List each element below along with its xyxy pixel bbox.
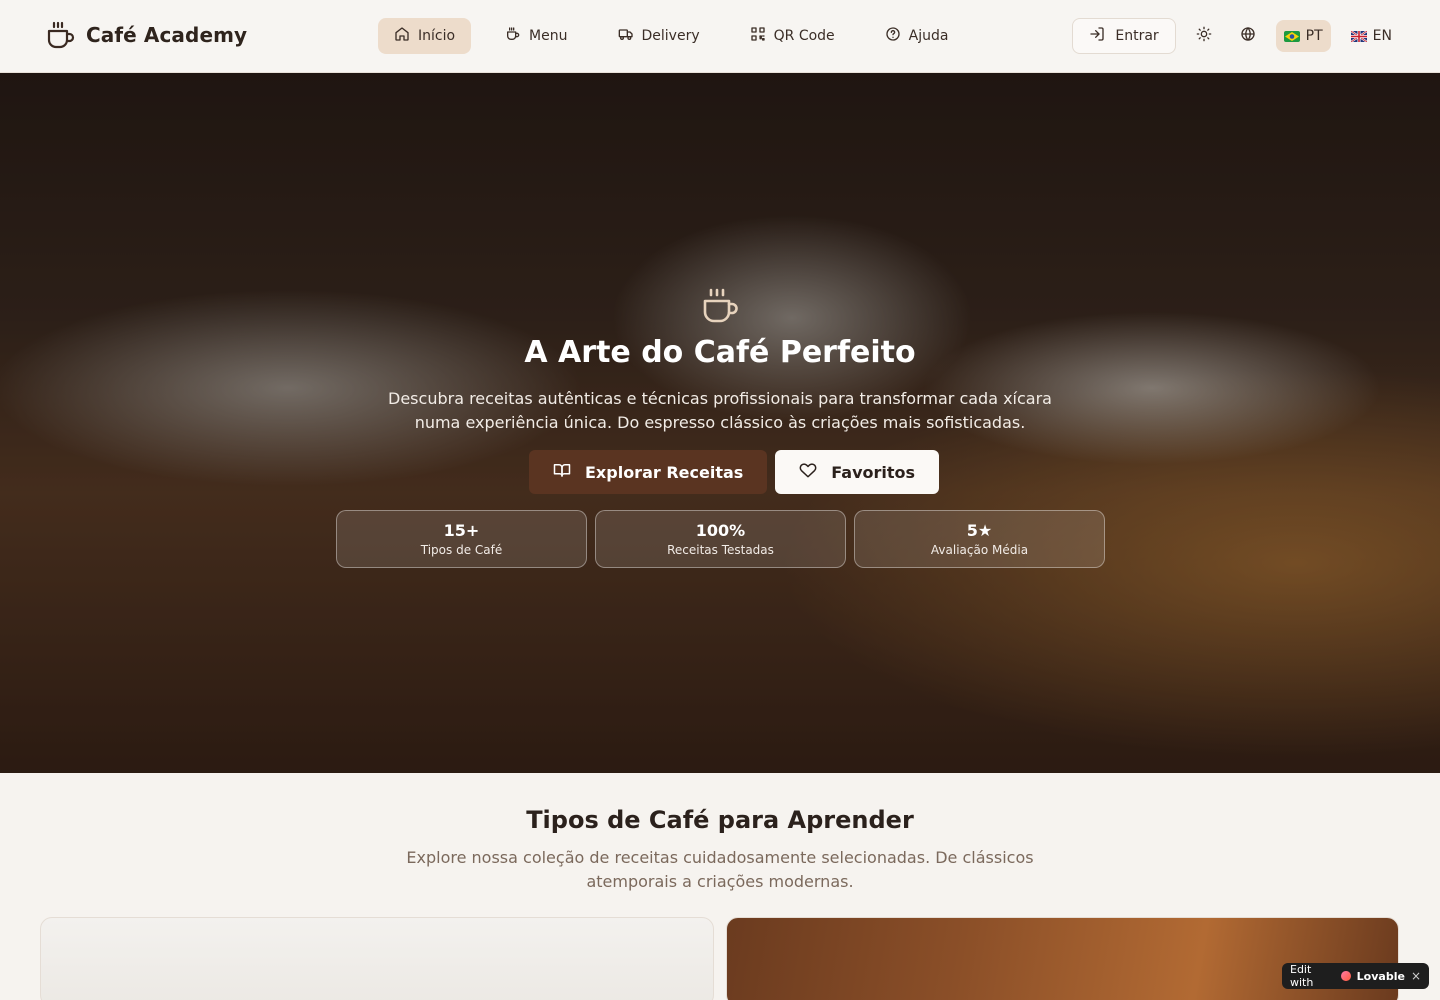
- qr-code-icon: [750, 26, 766, 46]
- log-in-icon: [1089, 26, 1105, 46]
- hero-section: A Arte do Café Perfeito Descubra receita…: [0, 73, 1440, 773]
- favorites-button[interactable]: Favoritos: [775, 450, 940, 494]
- stat-card: 100% Receitas Testadas: [595, 510, 846, 568]
- stat-label: Tipos de Café: [420, 543, 503, 557]
- explore-recipes-button[interactable]: Explorar Receitas: [529, 450, 768, 494]
- nav-item-label: QR Code: [773, 28, 835, 44]
- badge-brand: Lovable: [1356, 969, 1405, 983]
- brand-logo[interactable]: Café Academy: [46, 20, 247, 50]
- globe-icon: [1240, 26, 1256, 46]
- hero-content: A Arte do Café Perfeito Descubra receita…: [0, 73, 1440, 773]
- stat-label: Avaliação Média: [930, 543, 1029, 557]
- badge-prefix: Edit with: [1290, 963, 1314, 989]
- language-pt-label: PT: [1305, 28, 1323, 44]
- language-en-label: EN: [1372, 28, 1392, 44]
- hero-title: A Arte do Café Perfeito: [524, 335, 916, 370]
- nav-item-ajuda[interactable]: Ajuda: [869, 18, 965, 54]
- uk-flag-icon: [1350, 30, 1367, 42]
- coffee-type-card[interactable]: [40, 917, 714, 1000]
- main-nav: Início Menu Delivery QR Code Ajuda: [378, 18, 964, 54]
- nav-item-label: Início: [418, 28, 456, 44]
- hero-buttons: Explorar Receitas Favoritos: [529, 450, 940, 494]
- theme-toggle-button[interactable]: [1188, 20, 1220, 52]
- brazil-flag-icon: [1283, 30, 1300, 42]
- nav-item-inicio[interactable]: Início: [378, 18, 472, 54]
- heart-icon: [799, 461, 817, 483]
- lovable-logo-icon: [1341, 971, 1351, 981]
- truck-icon: [618, 26, 634, 46]
- nav-item-label: Menu: [529, 28, 568, 44]
- header-actions: Entrar PT EN: [1072, 18, 1400, 54]
- stat-card: 15+ Tipos de Café: [336, 510, 587, 568]
- sun-icon: [1196, 26, 1212, 46]
- coffee-icon: [505, 26, 521, 46]
- stat-card: 5★ Avaliação Média: [854, 510, 1105, 568]
- hero-stats: 15+ Tipos de Café 100% Receitas Testadas…: [336, 510, 1105, 568]
- home-icon: [394, 26, 410, 46]
- section-subtitle: Explore nossa coleção de receitas cuidad…: [406, 848, 1034, 891]
- nav-item-label: Delivery: [641, 28, 700, 44]
- brand-name: Café Academy: [86, 23, 248, 47]
- nav-item-label: Ajuda: [908, 28, 949, 44]
- language-selector-button[interactable]: [1232, 20, 1264, 52]
- close-icon[interactable]: ×: [1411, 969, 1421, 983]
- login-button[interactable]: Entrar: [1072, 18, 1176, 54]
- top-navbar: Café Academy Início Menu Delivery QR Cod…: [0, 0, 1440, 73]
- stat-value: 100%: [695, 521, 746, 540]
- stat-value: 15+: [443, 521, 480, 540]
- hero-subtitle: Descubra receitas autênticas e técnicas …: [388, 389, 1052, 432]
- coffee-types-section: Tipos de Café para Aprender Explore noss…: [0, 773, 1440, 1000]
- login-label: Entrar: [1115, 28, 1159, 44]
- help-circle-icon: [885, 26, 901, 46]
- favorites-label: Favoritos: [831, 462, 916, 482]
- section-title: Tipos de Café para Aprender: [526, 806, 914, 834]
- coffee-cup-icon: [700, 286, 740, 326]
- explore-recipes-label: Explorar Receitas: [585, 462, 744, 482]
- stat-label: Receitas Testadas: [667, 543, 774, 557]
- nav-item-menu[interactable]: Menu: [489, 18, 583, 54]
- stat-value: 5★: [966, 521, 993, 540]
- nav-item-delivery[interactable]: Delivery: [602, 18, 716, 54]
- language-en-button[interactable]: EN: [1343, 20, 1400, 52]
- book-open-icon: [553, 461, 571, 483]
- language-pt-button[interactable]: PT: [1275, 20, 1331, 52]
- coffee-cup-icon: [46, 20, 76, 50]
- edit-with-lovable-badge[interactable]: Edit with Lovable ×: [1282, 963, 1429, 989]
- nav-item-qr-code[interactable]: QR Code: [734, 18, 851, 54]
